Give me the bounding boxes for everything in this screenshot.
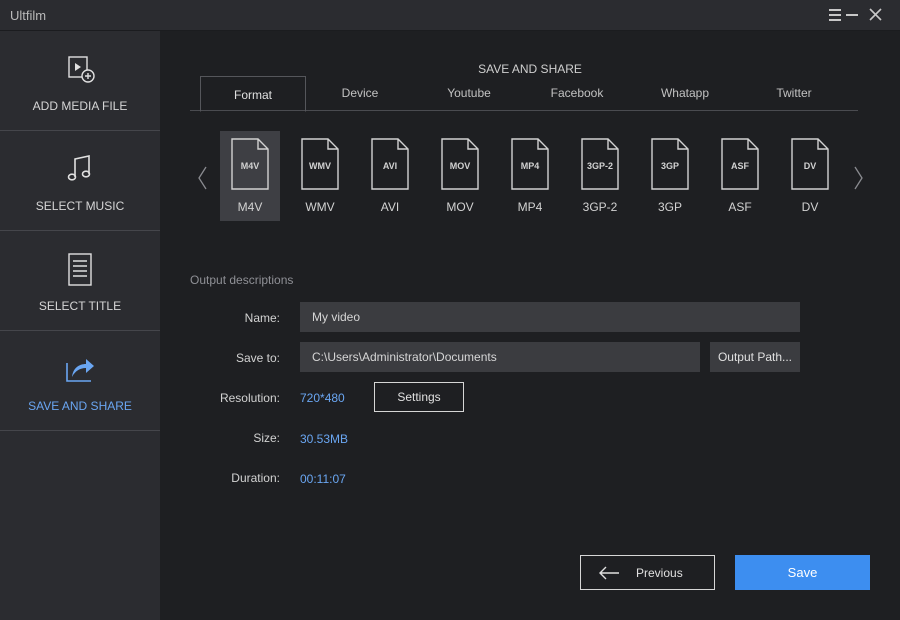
music-note-icon — [64, 153, 96, 185]
resolution-label: Resolution: — [219, 391, 280, 405]
section-title: SAVE AND SHARE — [478, 62, 582, 76]
format-label: M4V — [237, 200, 263, 214]
format-label: ASF — [728, 200, 752, 214]
size-label: Size: — [253, 431, 280, 445]
format-label: 3GP-2 — [582, 200, 618, 214]
format-label: MOV — [446, 200, 474, 214]
format-icon-text: M4V — [240, 161, 260, 171]
tab-device[interactable]: Device — [307, 76, 413, 111]
sidebar-item-add-media-file[interactable]: ADD MEDIA FILE — [0, 31, 160, 131]
format-icon-text: MOV — [449, 161, 471, 171]
format-icon-text: DV — [803, 161, 817, 171]
add-media-icon — [64, 53, 96, 85]
format-icon-text: WMV — [309, 161, 331, 171]
name-label: Name: — [244, 311, 280, 325]
format-label: 3GP — [657, 200, 682, 214]
save-button[interactable]: Save — [735, 555, 870, 590]
chevron-left-icon[interactable] — [196, 165, 210, 191]
format-icon-text: MP4 — [520, 161, 540, 171]
tab-bar: Format Device Youtube Facebook Whatapp T… — [190, 76, 858, 112]
format-label: MP4 — [517, 200, 543, 214]
format-3gp[interactable]: 3GP 3GP — [640, 131, 700, 221]
duration-value: 00:11:07 — [300, 472, 346, 486]
name-input[interactable]: My video — [300, 302, 800, 332]
output-path-button[interactable]: Output Path... — [710, 342, 800, 372]
format-list: M4V M4V WMV WMV AVI AVI MOV MOV MP4 MP4 … — [190, 131, 870, 223]
tab-format[interactable]: Format — [200, 76, 306, 112]
format-label: WMV — [305, 200, 335, 214]
arrow-left-icon — [597, 565, 621, 586]
sidebar-item-select-music[interactable]: SELECT MUSIC — [0, 131, 160, 231]
document-icon — [64, 253, 96, 286]
title-bar: Ultfilm — [0, 0, 900, 31]
minimize-icon[interactable] — [843, 5, 863, 25]
tab-whatapp[interactable]: Whatapp — [632, 76, 738, 111]
app-title: Ultfilm — [10, 8, 47, 23]
close-icon[interactable] — [866, 5, 886, 25]
format-label: AVI — [380, 200, 400, 214]
format-m4v[interactable]: M4V M4V — [220, 131, 280, 221]
format-3gp-2[interactable]: 3GP-2 3GP-2 — [570, 131, 630, 221]
tab-facebook[interactable]: Facebook — [524, 76, 630, 111]
resolution-value: 720*480 — [300, 391, 345, 405]
format-icon-text: 3GP — [660, 161, 679, 171]
output-descriptions-heading: Output descriptions — [190, 273, 294, 287]
format-label: DV — [801, 200, 819, 214]
format-wmv[interactable]: WMV WMV — [290, 131, 350, 221]
sidebar-item-label: ADD MEDIA FILE — [32, 99, 128, 113]
sidebar-item-label: SELECT TITLE — [38, 299, 122, 313]
format-dv[interactable]: DV DV — [780, 131, 840, 221]
sidebar: ADD MEDIA FILE SELECT MUSIC SELECT TITLE — [0, 31, 160, 620]
chevron-right-icon[interactable] — [851, 165, 865, 191]
format-icon-text: AVI — [382, 161, 398, 171]
format-mp4[interactable]: MP4 MP4 — [500, 131, 560, 221]
size-value: 30.53MB — [300, 432, 349, 446]
sidebar-item-select-title[interactable]: SELECT TITLE — [0, 231, 160, 331]
format-icon-text: ASF — [731, 161, 749, 171]
sidebar-item-label: SAVE AND SHARE — [28, 399, 132, 413]
format-avi[interactable]: AVI AVI — [360, 131, 420, 221]
previous-label: Previous — [636, 566, 683, 580]
tab-twitter[interactable]: Twitter — [741, 76, 847, 111]
settings-button[interactable]: Settings — [374, 382, 464, 412]
sidebar-item-save-and-share[interactable]: SAVE AND SHARE — [0, 331, 160, 431]
tab-youtube[interactable]: Youtube — [416, 76, 522, 111]
previous-button[interactable]: Previous — [580, 555, 715, 590]
format-asf[interactable]: ASF ASF — [710, 131, 770, 221]
format-icon-text: 3GP-2 — [586, 161, 613, 171]
duration-label: Duration: — [231, 471, 280, 485]
format-mov[interactable]: MOV MOV — [430, 131, 490, 221]
sidebar-item-label: SELECT MUSIC — [35, 199, 125, 213]
share-arrow-icon — [64, 353, 96, 385]
save-to-label: Save to: — [235, 351, 280, 365]
save-to-input[interactable]: C:\Users\Administrator\Documents — [300, 342, 700, 372]
